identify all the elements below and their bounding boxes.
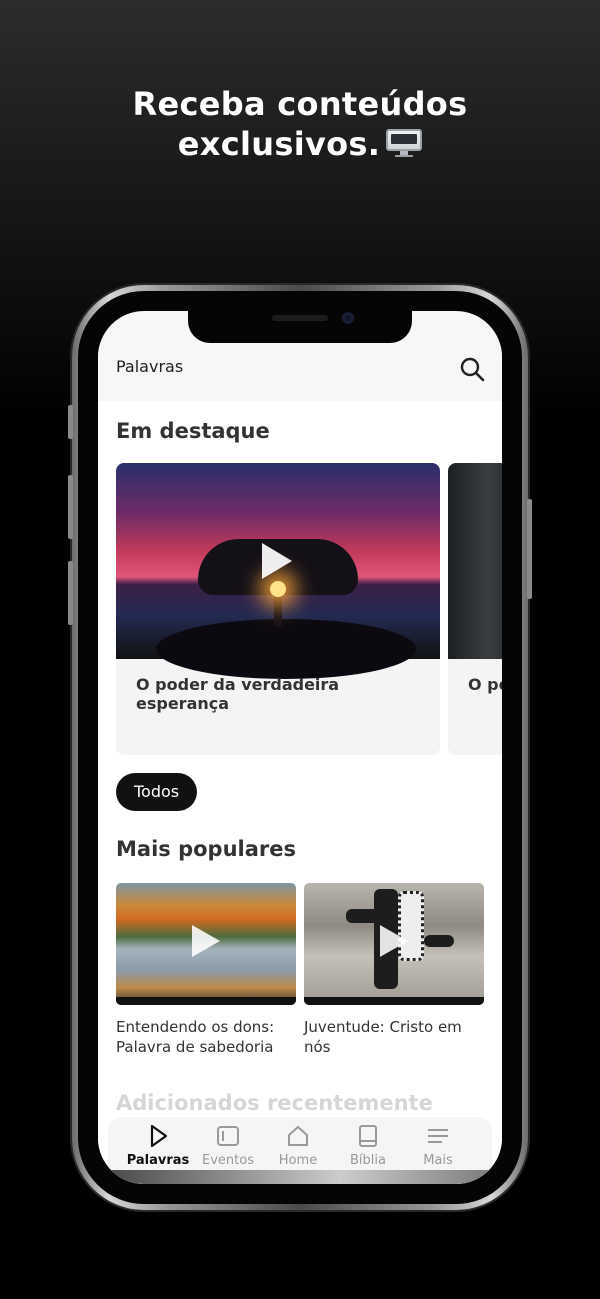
promo-headline: Receba conteúdos exclusivos.: [0, 84, 600, 164]
front-camera: [342, 312, 354, 324]
play-icon: [150, 1124, 168, 1148]
featured-card[interactable]: O po: [448, 463, 502, 755]
notch: [188, 311, 412, 343]
headline-line-1: Receba conteúdos: [132, 85, 468, 123]
calendar-icon: [217, 1126, 239, 1146]
featured-card[interactable]: O poder da verdadeira esperança: [116, 463, 440, 755]
tab-biblia[interactable]: Bíblia: [332, 1123, 404, 1168]
play-icon[interactable]: [262, 543, 292, 579]
tab-label: Eventos: [202, 1153, 254, 1168]
popular-thumbnail: [304, 883, 484, 1005]
app-header: Palavras: [98, 345, 502, 401]
scroll-content[interactable]: Em destaque O poder da verdadeira espera…: [98, 401, 502, 1184]
search-icon[interactable]: [458, 355, 486, 383]
popular-card-caption: Entendendo os dons: Palavra de sabedoria: [116, 1018, 275, 1056]
popular-card[interactable]: Entendendo os dons: Palavra de sabedoria: [116, 883, 296, 1057]
popular-card-caption: Juventude: Cristo em nós: [304, 1018, 462, 1056]
tab-palavras[interactable]: Palavras: [122, 1123, 194, 1168]
filter-chip-all[interactable]: Todos: [116, 773, 198, 811]
menu-icon: [428, 1129, 448, 1143]
featured-card-caption: O po: [468, 675, 502, 694]
partial-thumbnail-strip: [98, 1170, 502, 1184]
featured-card-caption: O poder da verdadeira esperança: [136, 675, 340, 713]
tab-label: Palavras: [126, 1153, 190, 1168]
tab-eventos[interactable]: Eventos: [192, 1123, 264, 1168]
tab-label: Mais: [423, 1153, 453, 1168]
popular-card[interactable]: Juventude: Cristo em nós: [304, 883, 484, 1057]
featured-thumbnail: [448, 463, 502, 659]
popular-section-title: Mais populares: [116, 837, 296, 861]
popular-thumbnail: [116, 883, 296, 1005]
tab-mais[interactable]: Mais: [402, 1123, 474, 1168]
book-icon: [359, 1125, 377, 1147]
page-title: Palavras: [116, 357, 184, 376]
speaker-grille: [272, 315, 328, 321]
play-icon[interactable]: [380, 925, 408, 957]
home-icon: [288, 1126, 308, 1146]
mute-switch: [68, 405, 73, 439]
headline-line-2: exclusivos.: [0, 124, 600, 164]
volume-up-button: [68, 475, 73, 539]
play-icon[interactable]: [192, 925, 220, 957]
volume-down-button: [68, 561, 73, 625]
phone-frame: Palavras Em destaque O poder da verdadei…: [68, 285, 532, 1210]
tab-label: Bíblia: [350, 1153, 386, 1168]
recent-section-title: Adicionados recentemente: [116, 1091, 433, 1115]
app-screen: Palavras Em destaque O poder da verdadei…: [98, 311, 502, 1184]
headline-line-2-text: exclusivos.: [177, 125, 381, 163]
desktop-computer-icon: [386, 129, 423, 157]
power-button: [527, 499, 532, 599]
featured-thumbnail: [116, 463, 440, 679]
featured-section-title: Em destaque: [116, 419, 270, 443]
tab-home[interactable]: Home: [262, 1123, 334, 1168]
tab-label: Home: [278, 1153, 318, 1168]
